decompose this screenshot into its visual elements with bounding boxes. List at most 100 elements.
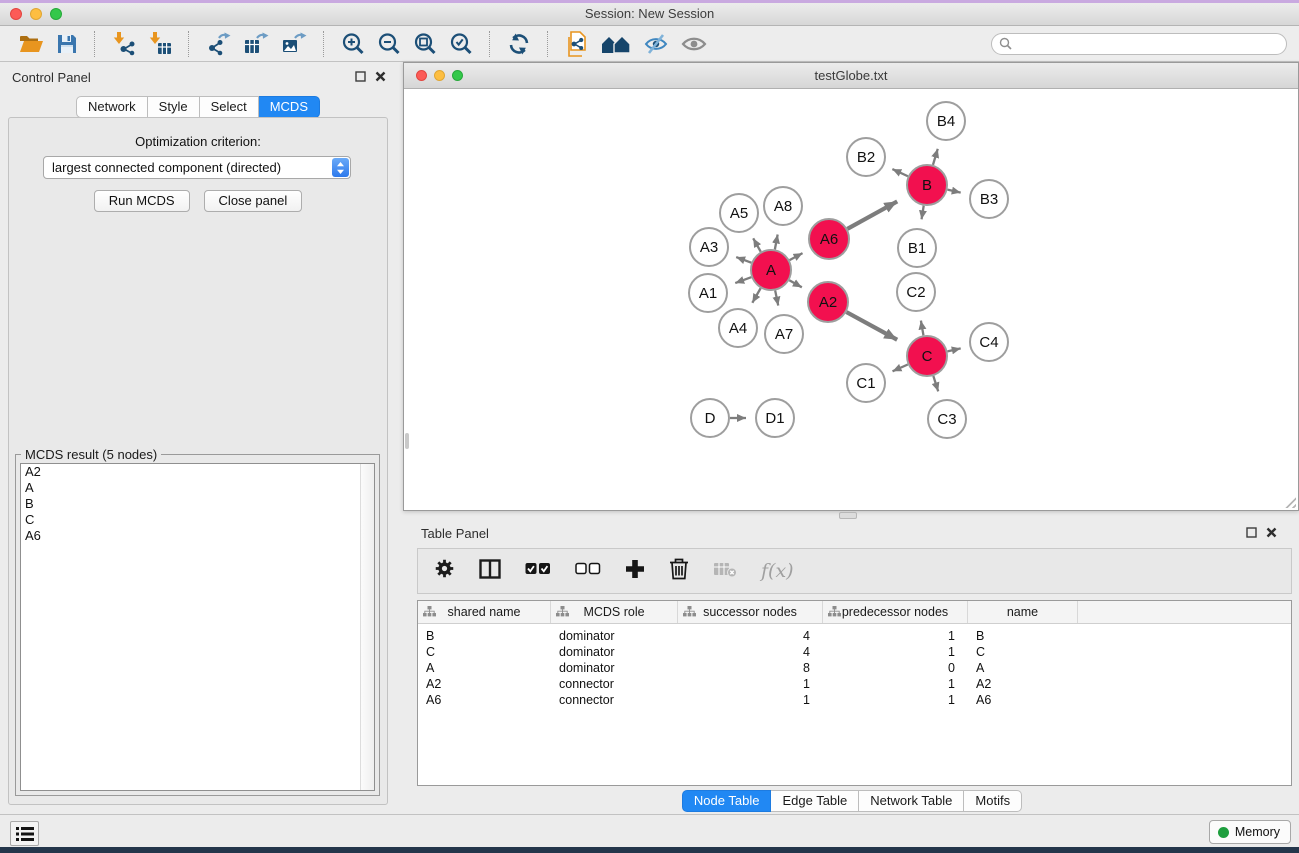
column-type-icon bbox=[828, 606, 841, 617]
canvas-scrollbar-fragment[interactable] bbox=[405, 433, 409, 449]
graph-edge-B-B2[interactable] bbox=[892, 169, 908, 176]
zoom-window-button[interactable] bbox=[50, 8, 62, 20]
zoom-fit-icon[interactable] bbox=[413, 29, 437, 59]
mcds-result-title: MCDS result (5 nodes) bbox=[21, 447, 161, 462]
table-row-a2[interactable]: A2connector11A2 bbox=[418, 676, 1291, 692]
network-window-titlebar[interactable]: testGlobe.txt bbox=[404, 63, 1298, 89]
cell-predecessor-nodes: 1 bbox=[823, 676, 968, 692]
unselect-all-columns-icon[interactable] bbox=[575, 562, 601, 581]
minimize-window-button[interactable] bbox=[30, 8, 42, 20]
zoom-selected-icon[interactable] bbox=[449, 29, 473, 59]
table-row-b[interactable]: Bdominator41B bbox=[418, 628, 1291, 644]
select-stepper-icon bbox=[332, 158, 349, 177]
graph-edge-A-A7[interactable] bbox=[775, 291, 778, 306]
close-panel-button[interactable]: Close panel bbox=[204, 190, 303, 212]
zoom-in-icon[interactable] bbox=[341, 29, 365, 59]
column-header-mcds-role[interactable]: MCDS role bbox=[551, 601, 678, 623]
graph-edge-C-C3[interactable] bbox=[933, 376, 938, 391]
graph-edge-A-A6[interactable] bbox=[790, 253, 803, 260]
table-row-c[interactable]: Cdominator41C bbox=[418, 644, 1291, 660]
search-input[interactable] bbox=[1017, 36, 1279, 52]
graph-node-label-B3: B3 bbox=[980, 191, 998, 208]
tab-node-table[interactable]: Node Table bbox=[682, 790, 772, 812]
tab-motifs[interactable]: Motifs bbox=[964, 790, 1022, 812]
network-close-button[interactable] bbox=[416, 70, 427, 81]
result-list-scrollbar[interactable] bbox=[360, 464, 374, 790]
search-field[interactable] bbox=[991, 33, 1287, 55]
column-header-shared-name[interactable]: shared name bbox=[418, 601, 551, 623]
graph-edge-C-C4[interactable] bbox=[947, 348, 960, 351]
export-table-icon[interactable] bbox=[243, 29, 269, 59]
tab-style[interactable]: Style bbox=[148, 96, 200, 118]
tab-select[interactable]: Select bbox=[200, 96, 259, 118]
export-network-icon[interactable] bbox=[206, 29, 231, 59]
graph-edge-B-B4[interactable] bbox=[933, 149, 938, 165]
graph-edge-B-B1[interactable] bbox=[922, 206, 924, 220]
graph-edge-A-A1[interactable] bbox=[735, 277, 751, 283]
column-header-successor-nodes[interactable]: successor nodes bbox=[678, 601, 823, 623]
show-panels-list-button[interactable] bbox=[10, 821, 39, 846]
float-table-panel-icon[interactable] bbox=[1246, 527, 1257, 538]
close-table-panel-icon[interactable] bbox=[1266, 527, 1277, 538]
refresh-layout-icon[interactable] bbox=[507, 29, 531, 59]
graph-edge-B-B3[interactable] bbox=[947, 190, 960, 193]
tab-network[interactable]: Network bbox=[76, 96, 148, 118]
graph-node-label-C: C bbox=[922, 348, 933, 365]
node-table: shared nameMCDS rolesuccessor nodesprede… bbox=[417, 600, 1292, 786]
cell-predecessor-nodes: 1 bbox=[823, 644, 968, 660]
result-item-c[interactable]: C bbox=[21, 512, 374, 528]
table-row-a6[interactable]: A6connector11A6 bbox=[418, 692, 1291, 708]
graph-edge-A2-C[interactable] bbox=[846, 312, 897, 340]
tab-edge-table[interactable]: Edge Table bbox=[771, 790, 859, 812]
import-network-icon[interactable] bbox=[112, 29, 136, 59]
tab-network-table[interactable]: Network Table bbox=[859, 790, 964, 812]
graph-node-label-A4: A4 bbox=[729, 320, 747, 337]
cell-predecessor-nodes: 1 bbox=[823, 692, 968, 708]
export-image-icon[interactable] bbox=[281, 29, 307, 59]
table-row-a[interactable]: Adominator80A bbox=[418, 660, 1291, 676]
network-canvas[interactable]: B4B2BB3A8A5A6A3B1AA1C2A2A4A7C4CC1C3DD1 bbox=[404, 89, 1298, 510]
criterion-selected-value: largest connected component (directed) bbox=[44, 160, 332, 175]
graph-edge-A-A4[interactable] bbox=[752, 288, 760, 303]
criterion-select[interactable]: largest connected component (directed) bbox=[43, 156, 351, 179]
network-view-window: testGlobe.txt B4B2BB3A8A5A6A3B1AA1C2A2A4… bbox=[403, 62, 1299, 511]
graph-edge-A6-B[interactable] bbox=[847, 201, 897, 228]
mcds-result-group: MCDS result (5 nodes) A2ABCA6 bbox=[15, 454, 380, 796]
table-settings-gear-icon[interactable] bbox=[434, 558, 455, 584]
memory-button[interactable]: Memory bbox=[1209, 820, 1291, 844]
show-selected-eye-icon[interactable] bbox=[681, 29, 707, 59]
graph-node-label-A3: A3 bbox=[700, 239, 718, 256]
result-item-b[interactable]: B bbox=[21, 496, 374, 512]
zoom-out-icon[interactable] bbox=[377, 29, 401, 59]
select-all-columns-icon[interactable] bbox=[525, 562, 551, 581]
show-column-panel-icon[interactable] bbox=[479, 559, 501, 584]
create-column-plus-icon[interactable] bbox=[625, 559, 645, 584]
graph-edge-A-A5[interactable] bbox=[753, 238, 761, 251]
save-session-icon[interactable] bbox=[56, 29, 78, 59]
column-header-predecessor-nodes[interactable]: predecessor nodes bbox=[823, 601, 968, 623]
result-item-a6[interactable]: A6 bbox=[21, 528, 374, 544]
column-header-name[interactable]: name bbox=[968, 601, 1078, 623]
close-panel-icon[interactable] bbox=[375, 71, 386, 82]
close-window-button[interactable] bbox=[10, 8, 22, 20]
tab-mcds[interactable]: MCDS bbox=[259, 96, 320, 118]
result-item-a2[interactable]: A2 bbox=[21, 464, 374, 480]
graph-edge-C-C1[interactable] bbox=[893, 364, 908, 371]
run-mcds-button[interactable]: Run MCDS bbox=[94, 190, 190, 212]
import-table-icon[interactable] bbox=[148, 29, 172, 59]
graph-edge-A-A8[interactable] bbox=[775, 235, 778, 250]
show-all-networks-icon[interactable] bbox=[601, 29, 631, 59]
cell-name: B bbox=[968, 628, 1078, 644]
graph-edge-A-A3[interactable] bbox=[736, 257, 751, 263]
float-panel-icon[interactable] bbox=[355, 71, 366, 82]
open-session-icon[interactable] bbox=[18, 29, 44, 59]
duplicate-network-icon[interactable] bbox=[565, 29, 589, 59]
hide-selected-eye-slash-icon[interactable] bbox=[643, 29, 669, 59]
network-minimize-button[interactable] bbox=[434, 70, 445, 81]
network-zoom-button[interactable] bbox=[452, 70, 463, 81]
delete-column-trash-icon[interactable] bbox=[669, 558, 689, 585]
cell-successor-nodes: 1 bbox=[678, 692, 823, 708]
result-item-a[interactable]: A bbox=[21, 480, 374, 496]
graph-edge-C-C2[interactable] bbox=[921, 321, 924, 336]
graph-edge-A-A2[interactable] bbox=[789, 280, 802, 287]
